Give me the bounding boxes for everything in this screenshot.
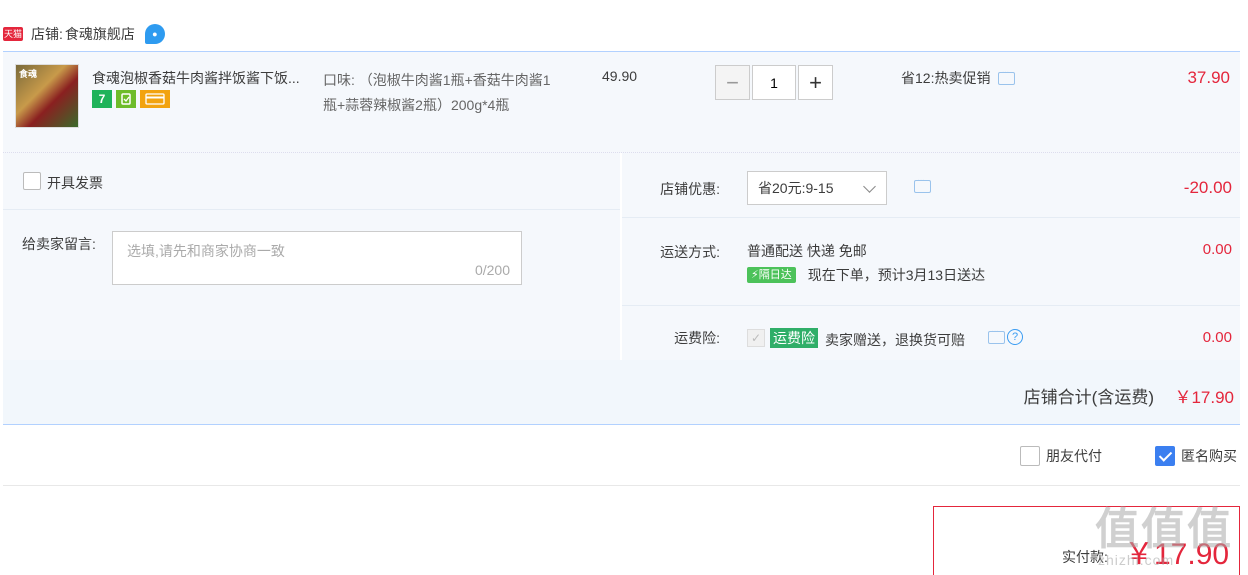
friend-pay-checkbox[interactable] <box>1020 446 1040 466</box>
shipping-method: 普通配送 快递 免邮 <box>747 243 867 259</box>
memo-textarea[interactable]: 选填,请先和商家协商一致 0/200 <box>112 231 522 285</box>
message-icon[interactable] <box>988 326 1005 344</box>
credit-card-icon[interactable] <box>140 90 170 108</box>
insurance-label: 运费险: <box>674 330 720 346</box>
insurance-icons: ? <box>988 326 1023 345</box>
insurance-amount: 0.00 <box>1202 329 1232 346</box>
delivery-eta: 现在下单，预计3月13日送达 <box>807 267 986 283</box>
coupon-select[interactable]: 省20元:9-15 <box>747 171 887 205</box>
shipping-row: 运送方式: 普通配送 快递 免邮 ⚡隔日达 现在下单，预计3月13日送达 0.0… <box>622 218 1240 306</box>
watermark: 值值值 <box>1095 505 1233 554</box>
memo-placeholder: 选填,请先和商家协商一致 <box>127 243 285 259</box>
payment-options-row: 朋友代付 匿名购买 <box>3 426 1240 486</box>
discount-label: 店铺优惠: <box>660 181 720 197</box>
product-title-link[interactable]: 食魂泡椒香菇牛肉酱拌饭酱下饭... <box>92 68 317 88</box>
insurance-row: 运费险: ✓ 运费险 卖家赠送，退换货可赔 ? 0.00 <box>622 306 1240 360</box>
increase-quantity-button[interactable]: + <box>798 65 833 100</box>
subtotal-value: ￥17.90 <box>1174 388 1234 407</box>
memo-label: 给卖家留言: <box>22 236 96 252</box>
invoice-label[interactable]: 开具发票 <box>47 173 103 193</box>
anonymous-purchase-label[interactable]: 匿名购买 <box>1181 446 1237 466</box>
service-icons: 7 <box>92 90 170 108</box>
discount-row: 店铺优惠: 省20元:9-15 -20.00 <box>622 153 1240 218</box>
shipping-label: 运送方式: <box>660 244 720 260</box>
shop-header: 天猫 店铺: 食魂旗舰店 ● <box>0 20 165 48</box>
watermark-url: zhizhi.com <box>1098 552 1175 568</box>
insurance-badge: 运费险 <box>770 328 818 348</box>
thumbnail-brand-label: 食魂 <box>19 69 38 79</box>
shipping-amount: 0.00 <box>1202 241 1232 258</box>
next-day-info: ⚡隔日达 现在下单，预计3月13日送达 <box>747 265 985 285</box>
chat-icon[interactable]: ● <box>144 24 165 44</box>
tmall-badge: 天猫 <box>3 27 23 41</box>
decrease-quantity-button[interactable]: − <box>715 65 750 100</box>
shop-label: 店铺: <box>31 26 63 42</box>
unit-price: 49.90 <box>602 68 638 84</box>
invoice-checkbox[interactable] <box>23 172 41 190</box>
sku-info: 口味: （泡椒牛肉酱1瓶+香菇牛肉酱1瓶+蒜蓉辣椒酱2瓶）200g*4瓶 <box>323 72 551 113</box>
help-icon[interactable]: ? <box>1007 329 1023 345</box>
message-icon[interactable] <box>998 67 1016 85</box>
coupon-selected-value: 省20元:9-15 <box>758 180 834 196</box>
memo-char-count: 0/200 <box>474 262 510 278</box>
promotion-label: 省12:热卖促销 <box>901 70 991 86</box>
next-day-badge: ⚡隔日达 <box>747 267 796 283</box>
invoice-row: 开具发票 <box>3 153 620 210</box>
guarantee-icon[interactable] <box>116 90 136 108</box>
quantity-stepper: − + <box>715 65 833 100</box>
anonymous-purchase-checkbox[interactable] <box>1155 446 1175 466</box>
insurance-checkbox: ✓ <box>747 329 765 347</box>
friend-pay-label[interactable]: 朋友代付 <box>1046 446 1102 466</box>
chevron-down-icon <box>863 180 876 193</box>
friend-pay-option[interactable]: 朋友代付 <box>1020 446 1102 466</box>
quantity-input[interactable] <box>752 65 796 100</box>
buyer-options-panel: 开具发票 给卖家留言: 选填,请先和商家协商一致 0/200 <box>3 153 620 360</box>
order-item-row: 食魂 食魂泡椒香菇牛肉酱拌饭酱下饭... 7 口味: （泡椒牛肉酱1瓶+香菇牛肉… <box>3 51 1240 153</box>
shop-subtotal-bar: 店铺合计(含运费) ￥17.90 <box>3 360 1240 425</box>
message-icon[interactable] <box>914 175 931 193</box>
promotion-info: 省12:热卖促销 <box>901 67 1016 88</box>
product-thumbnail[interactable]: 食魂 <box>15 64 79 128</box>
item-total-price: 37.90 <box>1187 68 1230 87</box>
anonymous-purchase-option[interactable]: 匿名购买 <box>1155 446 1237 466</box>
fees-panel: 店铺优惠: 省20元:9-15 -20.00 运送方式: 普通配送 快递 免邮 … <box>622 153 1240 360</box>
shop-name-link[interactable]: 食魂旗舰店 <box>65 24 135 44</box>
discount-amount: -20.00 <box>1183 178 1232 197</box>
subtotal-label: 店铺合计(含运费) <box>1023 388 1154 407</box>
insurance-description: 卖家赠送，退换货可赔 <box>825 332 965 348</box>
seven-day-return-icon[interactable]: 7 <box>92 90 112 108</box>
